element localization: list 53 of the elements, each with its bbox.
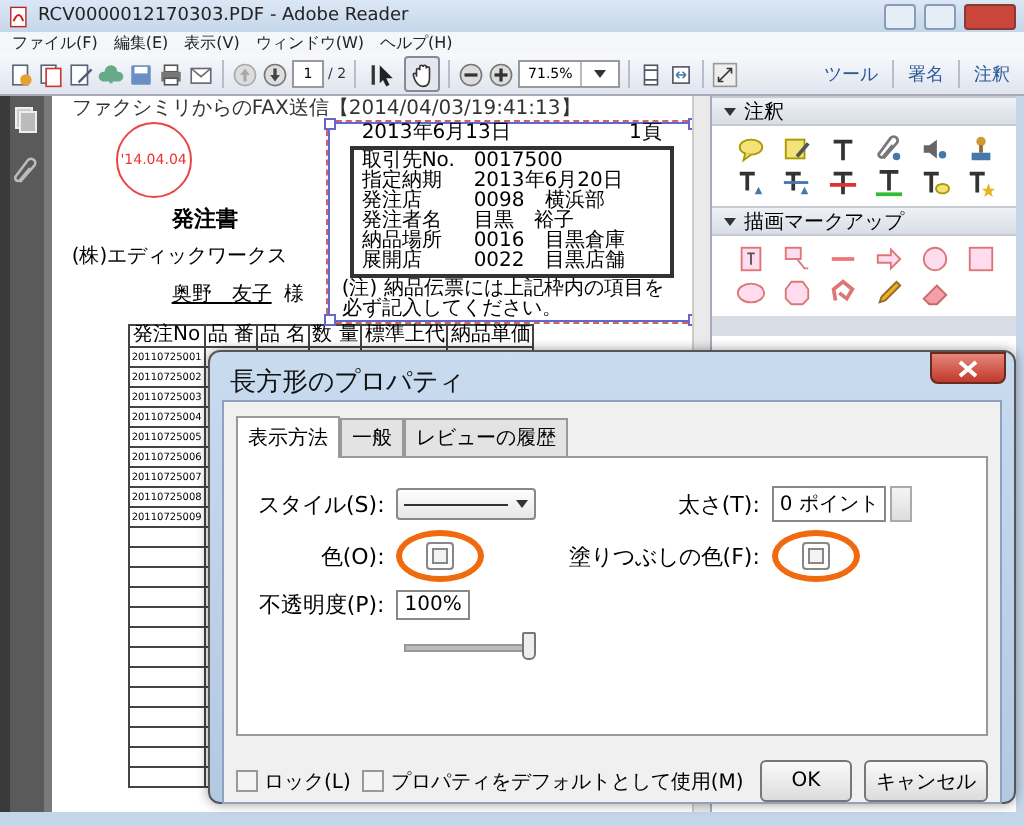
column-header: 数 量 bbox=[309, 325, 362, 347]
slip-page: 1頁 bbox=[628, 124, 662, 144]
field-value: 2013年6月20日 bbox=[473, 172, 623, 192]
tab[interactable]: 表示方法 bbox=[236, 416, 340, 458]
menu-item[interactable]: 編集(E) bbox=[113, 32, 169, 54]
field-label: 色(O): bbox=[320, 541, 385, 571]
field-label: 発注者名 bbox=[361, 212, 444, 232]
field-label: 展開店 bbox=[361, 252, 424, 272]
field-label: 塗りつぶしの色(F): bbox=[568, 541, 760, 571]
dialog-title: 長方形のプロパティ bbox=[230, 366, 466, 400]
menu-item[interactable]: ヘルプ(H) bbox=[380, 32, 453, 54]
menu-item[interactable]: ウィンドウ(W) bbox=[255, 32, 365, 54]
pane-button[interactable]: 注釈 bbox=[968, 61, 1016, 87]
tab[interactable]: レビューの履歴 bbox=[404, 418, 568, 456]
field-label: スタイル(S): bbox=[258, 489, 385, 519]
document-heading: 発注書 bbox=[171, 204, 238, 234]
weight-field[interactable]: 0 ポイント bbox=[771, 486, 887, 522]
pane-button[interactable]: 署名 bbox=[902, 61, 950, 87]
field-value: 0098 横浜部 bbox=[473, 192, 605, 212]
field-value: 0016 目黒倉庫 bbox=[473, 232, 625, 252]
field-value: 目黒 裕子 bbox=[473, 212, 574, 232]
slip-note: (注) 納品伝票には上記枠内の項目を必ず記入してください。 bbox=[341, 280, 666, 320]
field-value: 0022 目黒店舗 bbox=[473, 252, 625, 272]
column-header: 品 名 bbox=[257, 325, 310, 347]
ok-button[interactable]: OK bbox=[760, 760, 852, 802]
section-header[interactable]: 描画マークアップ bbox=[712, 206, 1016, 236]
window-title: RCV0000012170303.PDF - Adobe Reader bbox=[38, 6, 411, 26]
honorific: 様 bbox=[283, 281, 304, 308]
section-header[interactable]: 注釈 bbox=[712, 96, 1016, 126]
field-value: 0017500 bbox=[473, 152, 563, 172]
slip-date: 2013年6月13日 bbox=[361, 124, 511, 144]
column-header: 標準上代 bbox=[361, 325, 448, 347]
recipient-name: 奥野 友子 bbox=[171, 282, 272, 308]
column-header: 発注No bbox=[128, 325, 205, 347]
tab[interactable]: 一般 bbox=[340, 418, 404, 456]
menu-item[interactable]: 表示(V) bbox=[184, 32, 240, 54]
checkbox[interactable]: ロック(L) bbox=[236, 767, 351, 795]
field-label: 指定納期 bbox=[361, 172, 444, 192]
pane-button[interactable]: ツール bbox=[818, 61, 884, 87]
fax-header: ファクシミリからのFAX送信【2014/04/03/19:41:13】 bbox=[71, 100, 583, 120]
checkbox[interactable]: プロパティをデフォルトとして使用(M) bbox=[362, 767, 744, 795]
field-label: 太さ(T): bbox=[677, 489, 760, 519]
rectangle-annotation[interactable]: 2013年6月13日 1頁 取引先No. 0017500 指定納期 2013年6月20日 発注店 0098 横浜部 発注者名 目黒 裕子 納品場所 0016 目黒倉庫 展開店 0022 目黒店舗 (注) 納品伝票には上記枠内の項目を必ず記入してください。 bbox=[327, 122, 693, 322]
company-name: (株)エディックワークス bbox=[71, 243, 288, 270]
field-label: 不透明度(P): bbox=[258, 590, 385, 620]
field-label: 納品場所 bbox=[361, 232, 444, 252]
column-header: 納品単価 bbox=[447, 325, 534, 347]
cancel-button[interactable]: キャンセル bbox=[864, 760, 988, 802]
column-header: 品 番 bbox=[204, 325, 257, 347]
field-label: 取引先No. bbox=[361, 152, 457, 172]
field-label: 発注店 bbox=[361, 192, 422, 212]
opacity-field[interactable]: 100% bbox=[396, 590, 470, 620]
menu-item[interactable]: ファイル(F) bbox=[12, 32, 98, 54]
